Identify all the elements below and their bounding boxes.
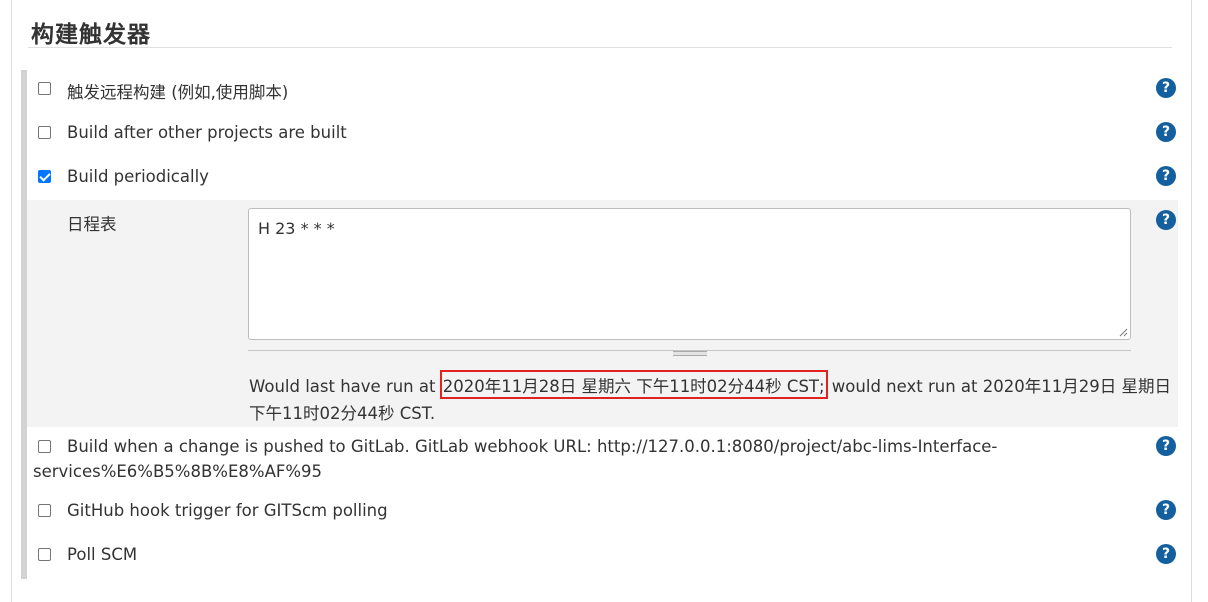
help-icon[interactable]: ? xyxy=(1156,78,1176,98)
schedule-value[interactable]: H 23 * * * xyxy=(258,219,335,238)
resize-grip-icon[interactable] xyxy=(1118,327,1128,337)
status-next-run: would next run at 2020年11月29日 星期日 xyxy=(826,377,1171,396)
checkbox-icon[interactable] xyxy=(38,170,51,183)
schedule-status-line2: 下午11时02分44秒 CST. xyxy=(249,404,436,423)
trigger-label: Build periodically xyxy=(67,167,209,186)
trigger-label: Build when a change is pushed to GitLab.… xyxy=(67,437,998,456)
help-icon[interactable]: ? xyxy=(1156,166,1176,186)
last-run-highlight: 2020年11月28日 星期六 下午11时02分44秒 CST; xyxy=(439,370,828,399)
help-icon[interactable]: ? xyxy=(1156,500,1176,520)
checkbox-icon[interactable] xyxy=(38,548,51,561)
help-icon[interactable]: ? xyxy=(1156,210,1176,230)
help-icon[interactable]: ? xyxy=(1156,436,1176,456)
schedule-label: 日程表 xyxy=(67,215,117,234)
frame-left-border xyxy=(11,0,12,602)
checkbox-icon[interactable] xyxy=(38,504,51,517)
status-prefix: Would last have run at xyxy=(249,377,441,396)
trigger-label-continued: services%E6%B5%8B%E8%AF%95 xyxy=(33,462,323,481)
textarea-expand-handle[interactable] xyxy=(673,351,707,356)
checkbox-icon[interactable] xyxy=(38,126,51,139)
help-icon[interactable]: ? xyxy=(1156,122,1176,142)
schedule-textarea[interactable]: H 23 * * * xyxy=(248,208,1131,340)
trigger-label: Build after other projects are built xyxy=(67,123,347,142)
checkbox-icon[interactable] xyxy=(38,440,51,453)
trigger-label: GitHub hook trigger for GITScm polling xyxy=(67,501,388,520)
checkbox-icon[interactable] xyxy=(38,82,51,95)
trigger-label: 触发远程构建 (例如,使用脚本) xyxy=(67,83,289,102)
help-icon[interactable]: ? xyxy=(1156,544,1176,564)
frame-right-border xyxy=(1191,0,1192,602)
trigger-label: Poll SCM xyxy=(67,545,138,564)
title-divider xyxy=(28,47,1172,48)
schedule-status: Would last have run at 2020年11月28日 星期六 下… xyxy=(249,370,1171,399)
section-title: 构建触发器 xyxy=(31,22,151,48)
